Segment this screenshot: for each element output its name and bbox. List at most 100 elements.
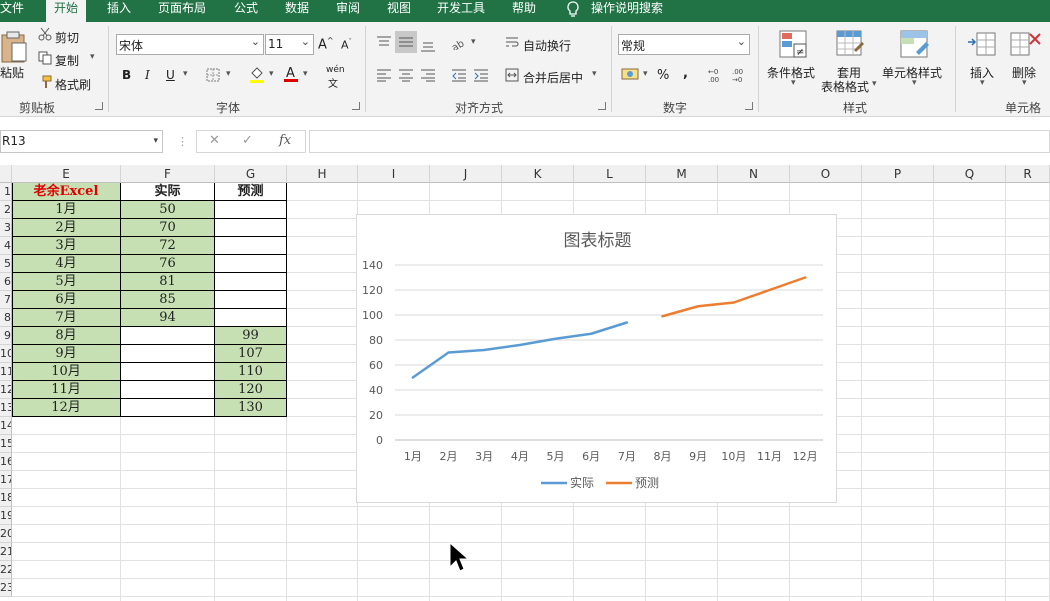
bold-button[interactable]: B bbox=[122, 68, 131, 82]
paste-button[interactable]: 粘贴 bbox=[0, 64, 24, 81]
row-header-14[interactable]: 14 bbox=[0, 417, 12, 435]
table-cell-forecast[interactable]: 130 bbox=[215, 399, 287, 417]
table-cell-actual[interactable]: 70 bbox=[121, 219, 215, 237]
cell-styles-dropdown-icon[interactable]: ▾ bbox=[912, 78, 917, 88]
row-header-17[interactable]: 17 bbox=[0, 471, 12, 489]
increase-decimal-icon[interactable]: ←0.00 bbox=[707, 66, 725, 87]
column-header-F[interactable]: F bbox=[121, 165, 215, 183]
table-cell-actual[interactable] bbox=[121, 399, 215, 417]
table-cell-forecast[interactable] bbox=[215, 273, 287, 291]
row-header-15[interactable]: 15 bbox=[0, 435, 12, 453]
insert-function-icon[interactable]: fx bbox=[279, 133, 291, 148]
table-cell-actual[interactable]: 76 bbox=[121, 255, 215, 273]
align-top-icon[interactable] bbox=[376, 35, 392, 52]
font-color-icon[interactable]: A bbox=[283, 65, 299, 86]
menu-data[interactable]: 数据 bbox=[285, 0, 309, 22]
table-cell-month[interactable]: 10月 bbox=[12, 363, 121, 381]
italic-button[interactable]: I bbox=[145, 68, 150, 82]
row-header-10[interactable]: 10 bbox=[0, 345, 12, 363]
copy-button[interactable]: 复制 bbox=[55, 52, 79, 69]
table-cell-forecast[interactable] bbox=[215, 309, 287, 327]
table-cell-actual[interactable] bbox=[121, 345, 215, 363]
fill-color-dropdown-icon[interactable]: ▾ bbox=[269, 69, 274, 79]
fill-color-icon[interactable] bbox=[249, 66, 265, 86]
table-cell-month[interactable]: 8月 bbox=[12, 327, 121, 345]
copy-dropdown-icon[interactable]: ▾ bbox=[90, 52, 95, 62]
chevron-down-icon[interactable]: ⌄ bbox=[737, 35, 746, 48]
formula-input[interactable] bbox=[309, 130, 1050, 153]
borders-dropdown-icon[interactable]: ▾ bbox=[226, 69, 231, 79]
column-header-H[interactable]: H bbox=[287, 165, 358, 183]
format-painter-button[interactable]: 格式刷 bbox=[55, 76, 91, 93]
paste-icon[interactable] bbox=[0, 30, 28, 67]
row-header-2[interactable]: 2 bbox=[0, 201, 12, 219]
row-header-21[interactable]: 21 bbox=[0, 543, 12, 561]
table-cell-forecast[interactable]: 110 bbox=[215, 363, 287, 381]
row-header-23[interactable]: 23 bbox=[0, 579, 12, 597]
table-cell-month[interactable]: 3月 bbox=[12, 237, 121, 255]
align-left-icon[interactable] bbox=[376, 68, 392, 85]
table-cell-forecast[interactable]: 99 bbox=[215, 327, 287, 345]
column-header-P[interactable]: P bbox=[862, 165, 934, 183]
menu-insert[interactable]: 插入 bbox=[107, 0, 131, 22]
menu-home[interactable]: 开始 bbox=[46, 0, 87, 22]
underline-dropdown-icon[interactable]: ▾ bbox=[183, 69, 188, 79]
phonetic-guide-icon[interactable]: wén bbox=[326, 65, 345, 75]
table-cell-month[interactable]: 1月 bbox=[12, 201, 121, 219]
row-header-13[interactable]: 13 bbox=[0, 399, 12, 417]
chevron-down-icon[interactable]: ⌄ bbox=[301, 35, 310, 48]
insert-dropdown-icon[interactable]: ▾ bbox=[980, 78, 985, 88]
comma-style-button[interactable]: , bbox=[683, 66, 688, 81]
menu-developer[interactable]: 开发工具 bbox=[437, 0, 485, 22]
menu-view[interactable]: 视图 bbox=[387, 0, 411, 22]
format-as-table-dropdown-icon[interactable]: ▾ bbox=[872, 79, 877, 89]
column-header-M[interactable]: M bbox=[646, 165, 718, 183]
row-header-18[interactable]: 18 bbox=[0, 489, 12, 507]
row-header-16[interactable]: 16 bbox=[0, 453, 12, 471]
font-color-dropdown-icon[interactable]: ▾ bbox=[303, 69, 308, 79]
table-cell-forecast[interactable]: 120 bbox=[215, 381, 287, 399]
table-cell-actual[interactable] bbox=[121, 363, 215, 381]
row-header-5[interactable]: 5 bbox=[0, 255, 12, 273]
format-as-table-button[interactable]: 表格格式 bbox=[821, 78, 869, 95]
row-header-1[interactable]: 1 bbox=[0, 183, 12, 201]
orientation-dropdown-icon[interactable]: ▾ bbox=[471, 37, 476, 47]
table-cell-forecast[interactable] bbox=[215, 255, 287, 273]
menu-file[interactable]: 文件 bbox=[0, 0, 24, 22]
select-all-corner[interactable] bbox=[0, 165, 12, 183]
wrap-text-button[interactable]: 自动换行 bbox=[523, 37, 571, 54]
font-name-box[interactable]: 宋体 ⌄ bbox=[116, 34, 264, 55]
increase-font-icon[interactable]: A^ bbox=[318, 36, 334, 52]
number-format-box[interactable]: 常规 ⌄ bbox=[618, 34, 750, 55]
table-cell-month[interactable]: 12月 bbox=[12, 399, 121, 417]
table-cell-month[interactable]: 5月 bbox=[12, 273, 121, 291]
cut-button[interactable]: 剪切 bbox=[55, 29, 79, 46]
column-header-N[interactable]: N bbox=[718, 165, 790, 183]
formula-bar-splitter-icon[interactable]: ⋮ bbox=[177, 135, 188, 148]
column-header-R[interactable]: R bbox=[1006, 165, 1050, 183]
column-header-K[interactable]: K bbox=[502, 165, 574, 183]
menu-help[interactable]: 帮助 bbox=[512, 0, 536, 22]
row-header-9[interactable]: 9 bbox=[0, 327, 12, 345]
table-header-actual[interactable]: 实际 bbox=[121, 183, 215, 201]
number-launcher-icon[interactable] bbox=[745, 102, 753, 110]
line-chart[interactable]: 图表标题 0 20 40 60 80 100 120 140 1月 2月 3月 4月 5月 6月 7月 8月 9… bbox=[356, 214, 837, 503]
increase-indent-icon[interactable] bbox=[473, 68, 489, 85]
column-header-L[interactable]: L bbox=[574, 165, 646, 183]
table-cell-forecast[interactable] bbox=[215, 219, 287, 237]
clipboard-launcher-icon[interactable] bbox=[95, 102, 103, 110]
row-header-7[interactable]: 7 bbox=[0, 291, 12, 309]
table-cell-forecast[interactable] bbox=[215, 237, 287, 255]
font-launcher-icon[interactable] bbox=[352, 102, 360, 110]
table-cell-month[interactable]: 9月 bbox=[12, 345, 121, 363]
row-header-20[interactable]: 20 bbox=[0, 525, 12, 543]
row-header-22[interactable]: 22 bbox=[0, 561, 12, 579]
merge-dropdown-icon[interactable]: ▾ bbox=[592, 69, 597, 79]
menu-review[interactable]: 审阅 bbox=[336, 0, 360, 22]
menu-page-layout[interactable]: 页面布局 bbox=[158, 0, 206, 22]
column-header-Q[interactable]: Q bbox=[934, 165, 1006, 183]
table-cell-month[interactable]: 4月 bbox=[12, 255, 121, 273]
delete-dropdown-icon[interactable]: ▾ bbox=[1022, 78, 1027, 88]
decrease-decimal-icon[interactable]: .00 →0 bbox=[731, 66, 749, 87]
name-box[interactable]: R13 ▾ bbox=[0, 130, 163, 153]
